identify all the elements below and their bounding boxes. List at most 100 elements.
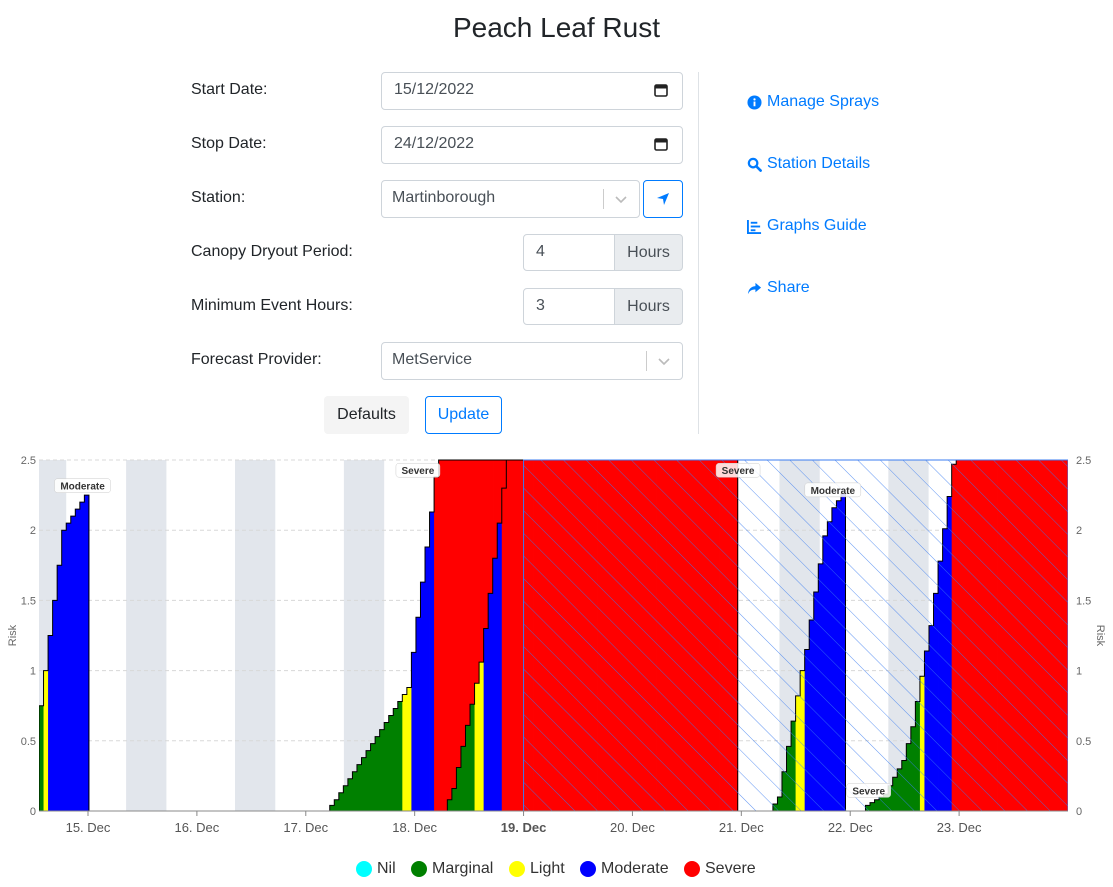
defaults-button[interactable]: Defaults — [324, 396, 409, 434]
canopy-label: Canopy Dryout Period: — [191, 243, 353, 260]
risk-bar — [465, 725, 471, 811]
station-value: Martinborough — [392, 189, 496, 206]
risk-bar — [393, 708, 399, 811]
legend-severe[interactable]: Severe — [684, 860, 756, 878]
legend-moderate[interactable]: Moderate — [580, 860, 669, 878]
risk-bar — [460, 746, 466, 811]
calendar-icon[interactable] — [654, 83, 668, 97]
graphs-guide-link[interactable]: Graphs Guide — [747, 217, 867, 235]
annotation-label: Moderate — [60, 482, 105, 493]
x-tick-label: 18. Dec — [392, 820, 437, 835]
y-tick-label-left: 2.5 — [21, 455, 36, 467]
legend-marginal-label: Marginal — [432, 860, 494, 877]
legend-nil[interactable]: Nil — [356, 860, 396, 878]
min-event-hours-input[interactable]: 3 — [523, 288, 615, 325]
stop-date-input[interactable]: 24/12/2022 — [381, 126, 683, 164]
y-tick-label-right: 2 — [1076, 525, 1082, 537]
stop-date-label: Stop Date: — [191, 135, 267, 152]
risk-bar — [411, 652, 417, 811]
y-tick-label-left: 0 — [30, 806, 36, 818]
forecast-provider-select[interactable]: MetService — [381, 342, 683, 380]
risk-bar — [61, 530, 67, 811]
share-label: Share — [767, 279, 810, 296]
risk-bar — [361, 757, 367, 811]
chevron-down-icon[interactable] — [657, 354, 671, 368]
risk-bar — [70, 516, 76, 811]
legend-marginal[interactable]: Marginal — [411, 860, 493, 878]
night-band — [126, 460, 167, 811]
y-tick-label-left: 1.5 — [21, 595, 36, 607]
night-band — [235, 460, 276, 811]
start-date-input[interactable]: 15/12/2022 — [381, 72, 683, 110]
y-tick-label-left: 0.5 — [21, 736, 36, 748]
chevron-down-icon[interactable] — [614, 192, 628, 206]
locate-station-button[interactable] — [643, 180, 683, 218]
station-label: Station: — [191, 189, 246, 206]
marginal-dot-icon — [411, 861, 427, 877]
severe-dot-icon — [684, 861, 700, 877]
x-tick-label: 17. Dec — [283, 820, 328, 835]
y-axis-title-right: Risk — [1094, 625, 1106, 647]
canopy-unit-addon: Hours — [614, 234, 683, 271]
y-tick-label-left: 2 — [30, 525, 36, 537]
forecast-hatch — [523, 460, 1068, 811]
risk-bar — [356, 764, 362, 811]
location-arrow-icon — [657, 193, 669, 205]
vertical-divider — [698, 72, 699, 434]
page-title: Peach Leaf Rust — [452, 12, 661, 43]
risk-bar — [39, 705, 44, 811]
calendar-icon[interactable] — [654, 137, 668, 151]
share-link[interactable]: Share — [747, 279, 810, 297]
risk-bar — [334, 799, 340, 811]
risk-bar — [470, 704, 475, 811]
info-circle-icon — [747, 94, 762, 110]
y-tick-label-right: 0.5 — [1076, 736, 1091, 748]
risk-bar — [415, 617, 421, 811]
annotation-label: Severe — [852, 786, 885, 797]
risk-bar — [497, 523, 503, 811]
start-date-value: 15/12/2022 — [394, 81, 475, 98]
risk-bar — [510, 460, 516, 811]
stop-date-value: 24/12/2022 — [394, 135, 475, 152]
y-tick-label-right: 2.5 — [1076, 455, 1091, 467]
search-icon — [747, 157, 762, 172]
station-details-link[interactable]: Station Details — [747, 155, 870, 173]
x-tick-label: 19. Dec — [501, 820, 547, 835]
risk-bar — [343, 785, 349, 811]
y-tick-label-right: 0 — [1076, 806, 1082, 818]
risk-bar — [379, 729, 385, 811]
y-tick-label-right: 1 — [1076, 666, 1082, 678]
risk-bar — [66, 523, 72, 811]
x-tick-label: 20. Dec — [610, 820, 655, 835]
light-dot-icon — [509, 861, 525, 877]
risk-bar — [352, 771, 358, 811]
y-axis-title-left: Risk — [7, 624, 19, 646]
forecast-value: MetService — [392, 351, 473, 368]
nil-dot-icon — [356, 861, 372, 877]
risk-bar — [451, 788, 457, 811]
x-tick-label: 16. Dec — [174, 820, 219, 835]
legend-light-label: Light — [530, 860, 565, 877]
risk-bar — [515, 460, 521, 811]
min-event-label: Minimum Event Hours: — [191, 297, 353, 314]
legend-light[interactable]: Light — [509, 860, 565, 878]
station-select[interactable]: Martinborough — [381, 180, 640, 218]
risk-bar — [447, 799, 453, 811]
risk-bar — [506, 460, 512, 811]
risk-bar — [429, 511, 435, 811]
risk-bar — [447, 460, 453, 811]
manage-sprays-link[interactable]: Manage Sprays — [747, 93, 879, 111]
chart-bar-icon — [747, 219, 762, 234]
risk-bar — [338, 792, 344, 811]
update-button[interactable]: Update — [425, 396, 502, 434]
y-tick-label-right: 1.5 — [1076, 595, 1091, 607]
risk-bar — [397, 701, 403, 811]
start-date-label: Start Date: — [191, 81, 268, 98]
risk-bar — [488, 593, 494, 811]
x-tick-label: 22. Dec — [828, 820, 873, 835]
risk-bar — [438, 460, 444, 811]
moderate-dot-icon — [580, 861, 596, 877]
canopy-dryout-input[interactable]: 4 — [523, 234, 615, 271]
select-separator — [646, 351, 647, 371]
annotation-label: Severe — [722, 466, 755, 477]
